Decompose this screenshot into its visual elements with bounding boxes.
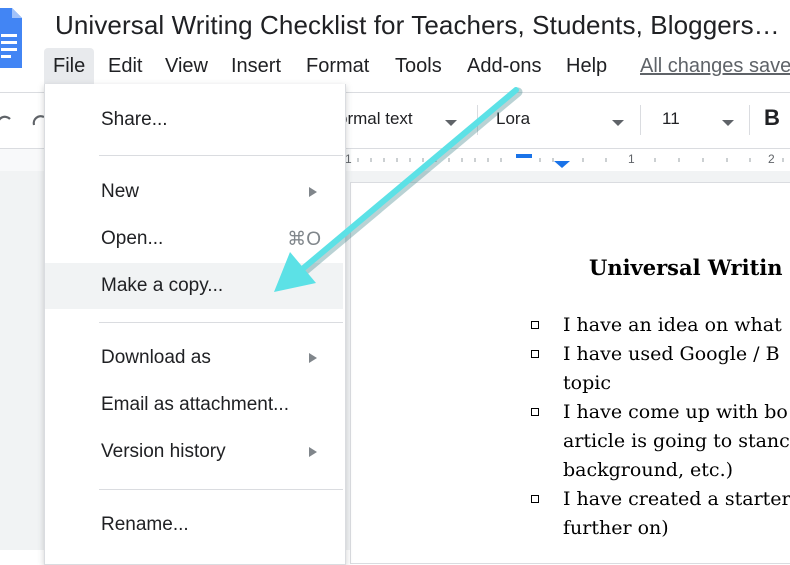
menu-divider (99, 322, 343, 323)
checklist-text: topic (563, 372, 611, 394)
menu-add-ons[interactable]: Add-ons (458, 48, 551, 84)
paragraph-style-dropdown[interactable]: ormal text (338, 109, 413, 129)
document-heading: Universal Writin (589, 255, 783, 280)
ruler-label: 2 (768, 152, 775, 166)
document-title[interactable]: Universal Writing Checklist for Teachers… (55, 10, 780, 41)
google-docs-icon[interactable] (0, 4, 22, 68)
menu-item-label: Email as attachment... (101, 394, 289, 415)
style-caret-icon[interactable] (445, 120, 457, 126)
bold-button[interactable]: B (764, 105, 780, 131)
menu-help[interactable]: Help (557, 48, 616, 84)
menu-item-rename[interactable]: Rename... (45, 502, 343, 548)
checklist-item: I have come up with bo article is going … (531, 398, 790, 485)
checklist-text: I have created a starter (563, 488, 790, 510)
menu-item-label: Rename... (101, 514, 189, 535)
menu-item-label: Download as (101, 347, 211, 368)
menu-item-new[interactable]: New (45, 169, 343, 215)
menu-format[interactable]: Format (297, 48, 378, 84)
save-status-link[interactable]: All changes saved (640, 48, 790, 84)
menu-item-email-as-attachment[interactable]: Email as attachment... (45, 382, 343, 428)
submenu-arrow-icon (309, 447, 317, 457)
menu-edit[interactable]: Edit (99, 48, 151, 84)
menu-item-open[interactable]: Open... ⌘O (45, 216, 343, 262)
menu-view[interactable]: View (156, 48, 217, 84)
checkbox-bullet-icon[interactable] (531, 408, 539, 416)
submenu-arrow-icon (309, 187, 317, 197)
undo-icon[interactable] (0, 111, 14, 131)
font-caret-icon[interactable] (612, 120, 624, 126)
menu-divider (99, 155, 343, 156)
checklist-text: background, etc.) (563, 459, 734, 481)
menu-item-label: Share... (101, 109, 168, 130)
checkbox-bullet-icon[interactable] (531, 350, 539, 358)
menu-item-label: New (101, 181, 140, 202)
menu-item-shortcut: ⌘O (287, 229, 321, 250)
toolbar-divider (749, 105, 750, 135)
size-caret-icon[interactable] (722, 120, 734, 126)
menu-item-label: Version history (101, 441, 226, 462)
checklist-text: I have an idea on what (563, 314, 782, 336)
indent-marker-icon[interactable] (516, 154, 532, 158)
checklist-item: I have an idea on what (531, 311, 790, 340)
menu-divider (99, 489, 343, 490)
font-size-dropdown[interactable]: 11 (662, 109, 680, 129)
checklist-text: article is going to stanc (563, 430, 790, 452)
checklist: I have an idea on what I have used Googl… (531, 311, 790, 543)
file-menu-dropdown: Share... New Open... ⌘O Make a copy... D… (44, 84, 346, 565)
ruler-label: 1 (628, 152, 635, 166)
checklist-text: further on) (563, 517, 669, 539)
menu-item-label: Make a copy... (101, 275, 224, 296)
menu-tools[interactable]: Tools (386, 48, 451, 84)
menu-item-download-as[interactable]: Download as (45, 335, 343, 381)
toolbar-divider (640, 105, 641, 135)
checkbox-bullet-icon[interactable] (531, 321, 539, 329)
ruler-label: 1 (345, 152, 352, 166)
checkbox-bullet-icon[interactable] (531, 495, 539, 503)
checklist-text: I have come up with bo (563, 401, 788, 423)
menu-item-label: Open... (101, 228, 164, 249)
font-dropdown[interactable]: Lora (496, 109, 530, 129)
menu-item-version-history[interactable]: Version history (45, 429, 343, 475)
checklist-item: I have created a starter further on) (531, 485, 790, 543)
menu-item-share[interactable]: Share... (45, 97, 343, 143)
toolbar-divider (477, 105, 478, 135)
submenu-arrow-icon (309, 353, 317, 363)
document-page[interactable]: Universal Writin I have an idea on what … (351, 183, 790, 563)
menu-file[interactable]: File (44, 48, 95, 84)
menu-insert[interactable]: Insert (222, 48, 290, 84)
checklist-item: I have used Google / B topic (531, 340, 790, 398)
menu-item-make-a-copy[interactable]: Make a copy... (45, 263, 343, 309)
checklist-text: I have used Google / B (563, 343, 780, 365)
